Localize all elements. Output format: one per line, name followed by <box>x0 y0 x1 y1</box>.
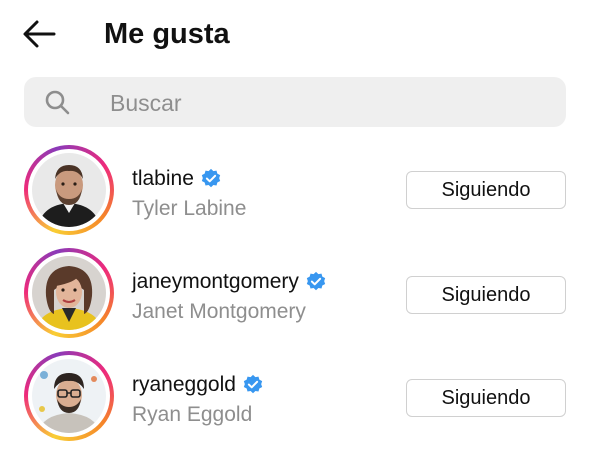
following-button[interactable]: Siguiendo <box>406 276 566 314</box>
username-text: tlabine <box>132 167 194 190</box>
avatar[interactable] <box>24 351 114 441</box>
full-name: Tyler Labine <box>132 197 247 220</box>
search-icon <box>45 90 70 115</box>
username[interactable]: janeymontgomery <box>132 269 327 295</box>
avatar-photo <box>32 153 106 227</box>
search-input[interactable] <box>108 77 552 129</box>
username[interactable]: ryaneggold <box>132 372 264 398</box>
avatar[interactable] <box>24 145 114 235</box>
full-name: Janet Montgomery <box>132 300 306 323</box>
verified-badge-icon <box>306 271 326 291</box>
verified-badge-icon <box>243 374 263 394</box>
arrow-left-icon <box>23 20 56 48</box>
list-item[interactable]: tlabine Tyler Labine Siguiendo <box>0 142 590 242</box>
avatar-photo <box>32 256 106 330</box>
following-button[interactable]: Siguiendo <box>406 379 566 417</box>
list-item[interactable]: janeymontgomery Janet Montgomery Siguien… <box>0 245 590 345</box>
search-bar[interactable] <box>24 77 566 129</box>
avatar-photo <box>32 359 106 433</box>
header: Me gusta <box>0 0 590 68</box>
avatar[interactable] <box>24 248 114 338</box>
back-button[interactable] <box>18 14 62 54</box>
username-text: janeymontgomery <box>132 270 299 293</box>
page-title: Me gusta <box>104 18 230 50</box>
username[interactable]: tlabine <box>132 166 222 192</box>
username-text: ryaneggold <box>132 373 236 396</box>
verified-badge-icon <box>201 168 221 188</box>
following-button[interactable]: Siguiendo <box>406 171 566 209</box>
list-item[interactable]: ryaneggold Ryan Eggold Siguiendo <box>0 348 590 448</box>
full-name: Ryan Eggold <box>132 403 253 426</box>
